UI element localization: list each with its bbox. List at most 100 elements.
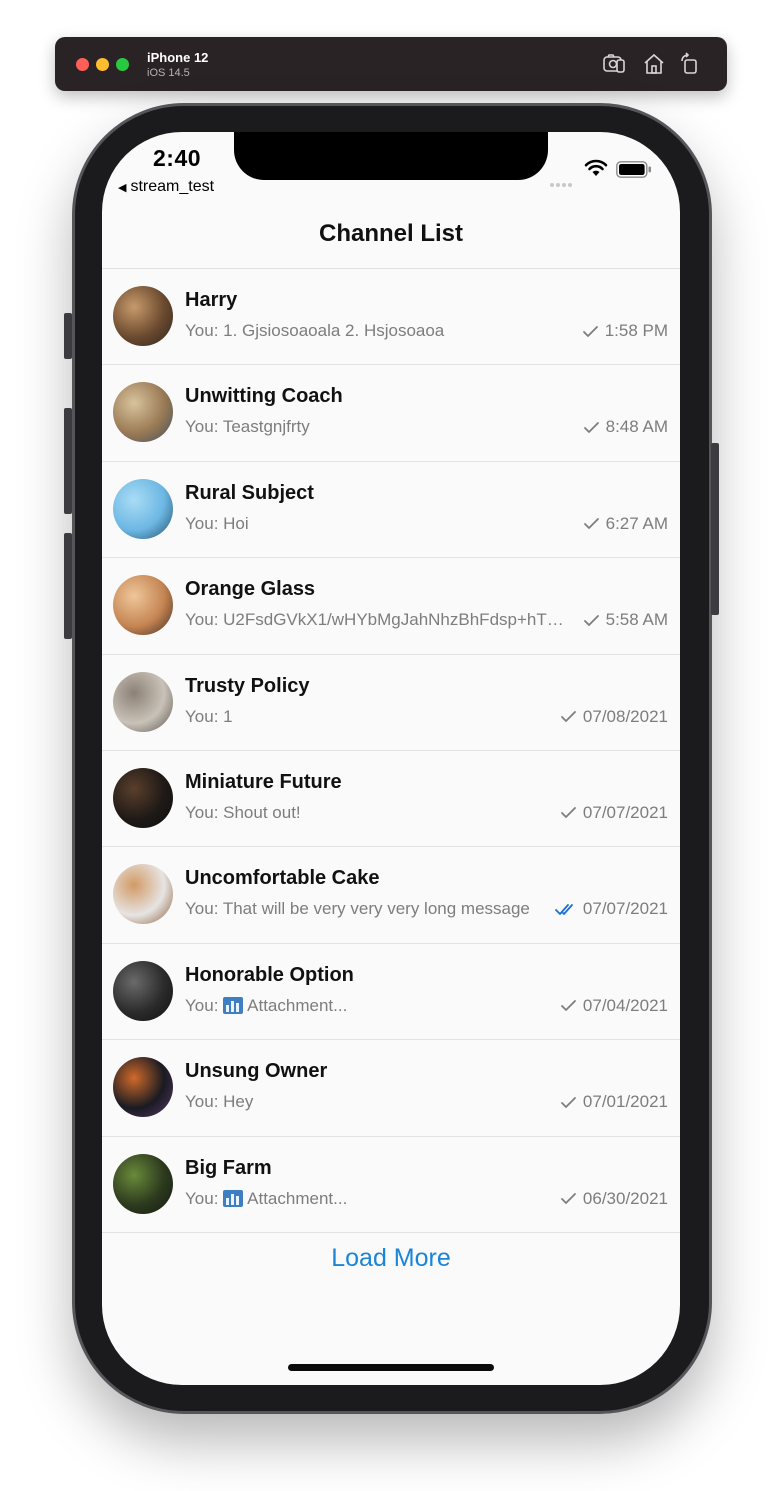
channel-list-item[interactable]: Uncomfortable Cake You: That will be very… <box>102 847 680 944</box>
channel-name: Rural Subject <box>185 481 314 504</box>
message-preview: You: Attachment... <box>185 996 570 1016</box>
wifi-icon <box>584 159 608 176</box>
channel-name: Harry <box>185 289 238 311</box>
message-timestamp: 07/04/2021 <box>582 995 668 1015</box>
volume-up-button <box>64 408 72 514</box>
screenshot-icon[interactable] <box>602 52 626 76</box>
channel-list-item[interactable]: Orange Glass You: U2FsdGVkX1/wHYbMgJahNhz… <box>102 558 680 655</box>
read-receipt-icon <box>555 903 573 915</box>
channel-name: Unsung Owner <box>185 1060 328 1083</box>
back-to-app[interactable]: ◀ stream_test <box>118 178 214 196</box>
sent-checkmark-icon <box>561 1193 576 1204</box>
sent-checkmark-icon <box>561 1096 576 1108</box>
channel-list: Harry You: 1. Gjsiosoaoala 2. Hsjosoaoa 1:… <box>102 269 680 1233</box>
minimize-window-button[interactable] <box>96 58 109 71</box>
message-meta: 5:58 AM <box>583 610 668 630</box>
channel-name: Trusty Policy <box>185 674 310 697</box>
message-timestamp: 6:27 AM <box>605 513 668 533</box>
channel-avatar <box>113 478 173 539</box>
channel-list-item[interactable]: Miniature Future You: Shout out! 07/07/202… <box>102 750 680 848</box>
message-timestamp: 06/30/2021 <box>582 1188 668 1208</box>
rotate-icon[interactable] <box>678 52 702 76</box>
cellular-signal-icon <box>550 174 574 192</box>
channel-name: Miniature Future <box>185 770 342 793</box>
attachment-icon <box>223 1189 244 1207</box>
message-timestamp: 8:48 AM <box>605 417 668 437</box>
channel-list-item[interactable]: Unsung Owner You: Hey 07/01/2021 <box>102 1040 680 1137</box>
battery-icon <box>616 161 651 178</box>
preview-sender: You: <box>185 1188 224 1208</box>
home-indicator[interactable] <box>288 1364 494 1371</box>
sent-checkmark-icon <box>583 421 599 433</box>
message-timestamp: 07/08/2021 <box>582 706 668 726</box>
message-preview: You: Attachment... <box>185 1189 570 1209</box>
channel-name: Honorable Option <box>185 963 354 986</box>
simulator-device-name: iPhone 12 <box>147 50 209 65</box>
message-preview: You: U2FsdGVkX1/wHYbMgJahNhzBhFdsp+hT1M <box>185 610 570 630</box>
volume-down-button <box>64 533 72 639</box>
sent-checkmark-icon <box>582 325 598 337</box>
message-meta: 1:58 PM <box>582 321 668 341</box>
message-preview: You: Hoi <box>185 513 249 533</box>
channel-avatar <box>113 382 173 443</box>
message-timestamp: 07/01/2021 <box>582 1092 668 1112</box>
channel-name: Orange Glass <box>185 578 316 601</box>
channel-name: Uncomfortable Cake <box>185 867 380 890</box>
sent-checkmark-icon <box>561 807 576 819</box>
message-meta: 07/08/2021 <box>560 707 668 727</box>
message-preview: You: Hey <box>185 1092 254 1112</box>
channel-avatar <box>113 286 173 346</box>
sent-checkmark-icon <box>561 711 576 722</box>
message-timestamp: 07/07/2021 <box>582 899 668 919</box>
message-timestamp: 1:58 PM <box>604 321 668 340</box>
message-preview: You: 1. Gjsiosoaoala 2. Hsjosoaoa <box>185 321 445 340</box>
channel-avatar <box>113 575 173 636</box>
channel-avatar <box>113 960 173 1021</box>
sent-checkmark-icon <box>583 614 599 626</box>
message-preview: You: Teastgnjfrty <box>185 417 310 437</box>
message-preview: You: That will be very very very long me… <box>185 899 530 919</box>
channel-avatar <box>113 1153 173 1214</box>
message-preview: You: 1 <box>185 706 233 726</box>
back-triangle-icon: ◀ <box>118 182 127 194</box>
zoom-window-button[interactable] <box>116 58 129 71</box>
channel-list-item[interactable]: Honorable Option You: Attachment... 07/04/… <box>102 943 680 1041</box>
message-meta: 8:48 AM <box>583 417 668 437</box>
message-timestamp: 07/07/2021 <box>582 802 668 822</box>
status-time: 2:40 <box>153 145 202 171</box>
channel-avatar <box>113 671 173 732</box>
close-window-button[interactable] <box>76 58 89 71</box>
channel-list-item[interactable]: Trusty Policy You: 1 07/08/2021 <box>102 654 680 751</box>
attachment-icon <box>223 996 244 1014</box>
page-title: Channel List <box>318 220 463 247</box>
channel-list-item[interactable]: Harry You: 1. Gjsiosoaoala 2. Hsjosoaoa 1:… <box>102 269 680 366</box>
notch <box>234 132 548 180</box>
sent-checkmark-icon <box>561 1000 576 1012</box>
channel-avatar <box>113 767 173 828</box>
attachment-label: Attachment... <box>247 1188 348 1208</box>
power-button <box>711 443 719 615</box>
channel-list-item[interactable]: Rural Subject You: Hoi 6:27 AM <box>102 461 680 559</box>
attachment-label: Attachment... <box>247 995 348 1015</box>
message-meta: 06/30/2021 <box>560 1189 668 1209</box>
preview-sender: You: <box>185 995 224 1015</box>
simulator-os-version: iOS 14.5 <box>147 67 190 79</box>
message-meta: 07/04/2021 <box>560 996 668 1016</box>
message-meta: 07/01/2021 <box>560 1092 668 1112</box>
message-timestamp: 5:58 AM <box>605 610 668 630</box>
message-meta: 07/07/2021 <box>560 803 668 823</box>
channel-list-item[interactable]: Big Farm You: Attachment... 06/30/2021 <box>102 1136 680 1233</box>
load-more-button[interactable]: Load More <box>102 1244 680 1273</box>
silent-switch <box>64 313 72 359</box>
phone-screen: 2:40 ◀ stream_test Channel List Harry You:… <box>102 132 680 1385</box>
home-icon[interactable] <box>642 52 666 76</box>
message-meta: 07/07/2021 <box>555 899 668 919</box>
channel-avatar <box>113 864 173 925</box>
message-preview: You: Shout out! <box>185 802 301 822</box>
message-meta: 6:27 AM <box>583 514 668 534</box>
back-app-label: stream_test <box>130 178 215 195</box>
channel-avatar <box>113 1057 173 1118</box>
channel-list-item[interactable]: Unwitting Coach You: Teastgnjfrty 8:48 AM <box>102 365 680 462</box>
channel-name: Unwitting Coach <box>185 385 343 408</box>
channel-name: Big Farm <box>185 1156 272 1179</box>
